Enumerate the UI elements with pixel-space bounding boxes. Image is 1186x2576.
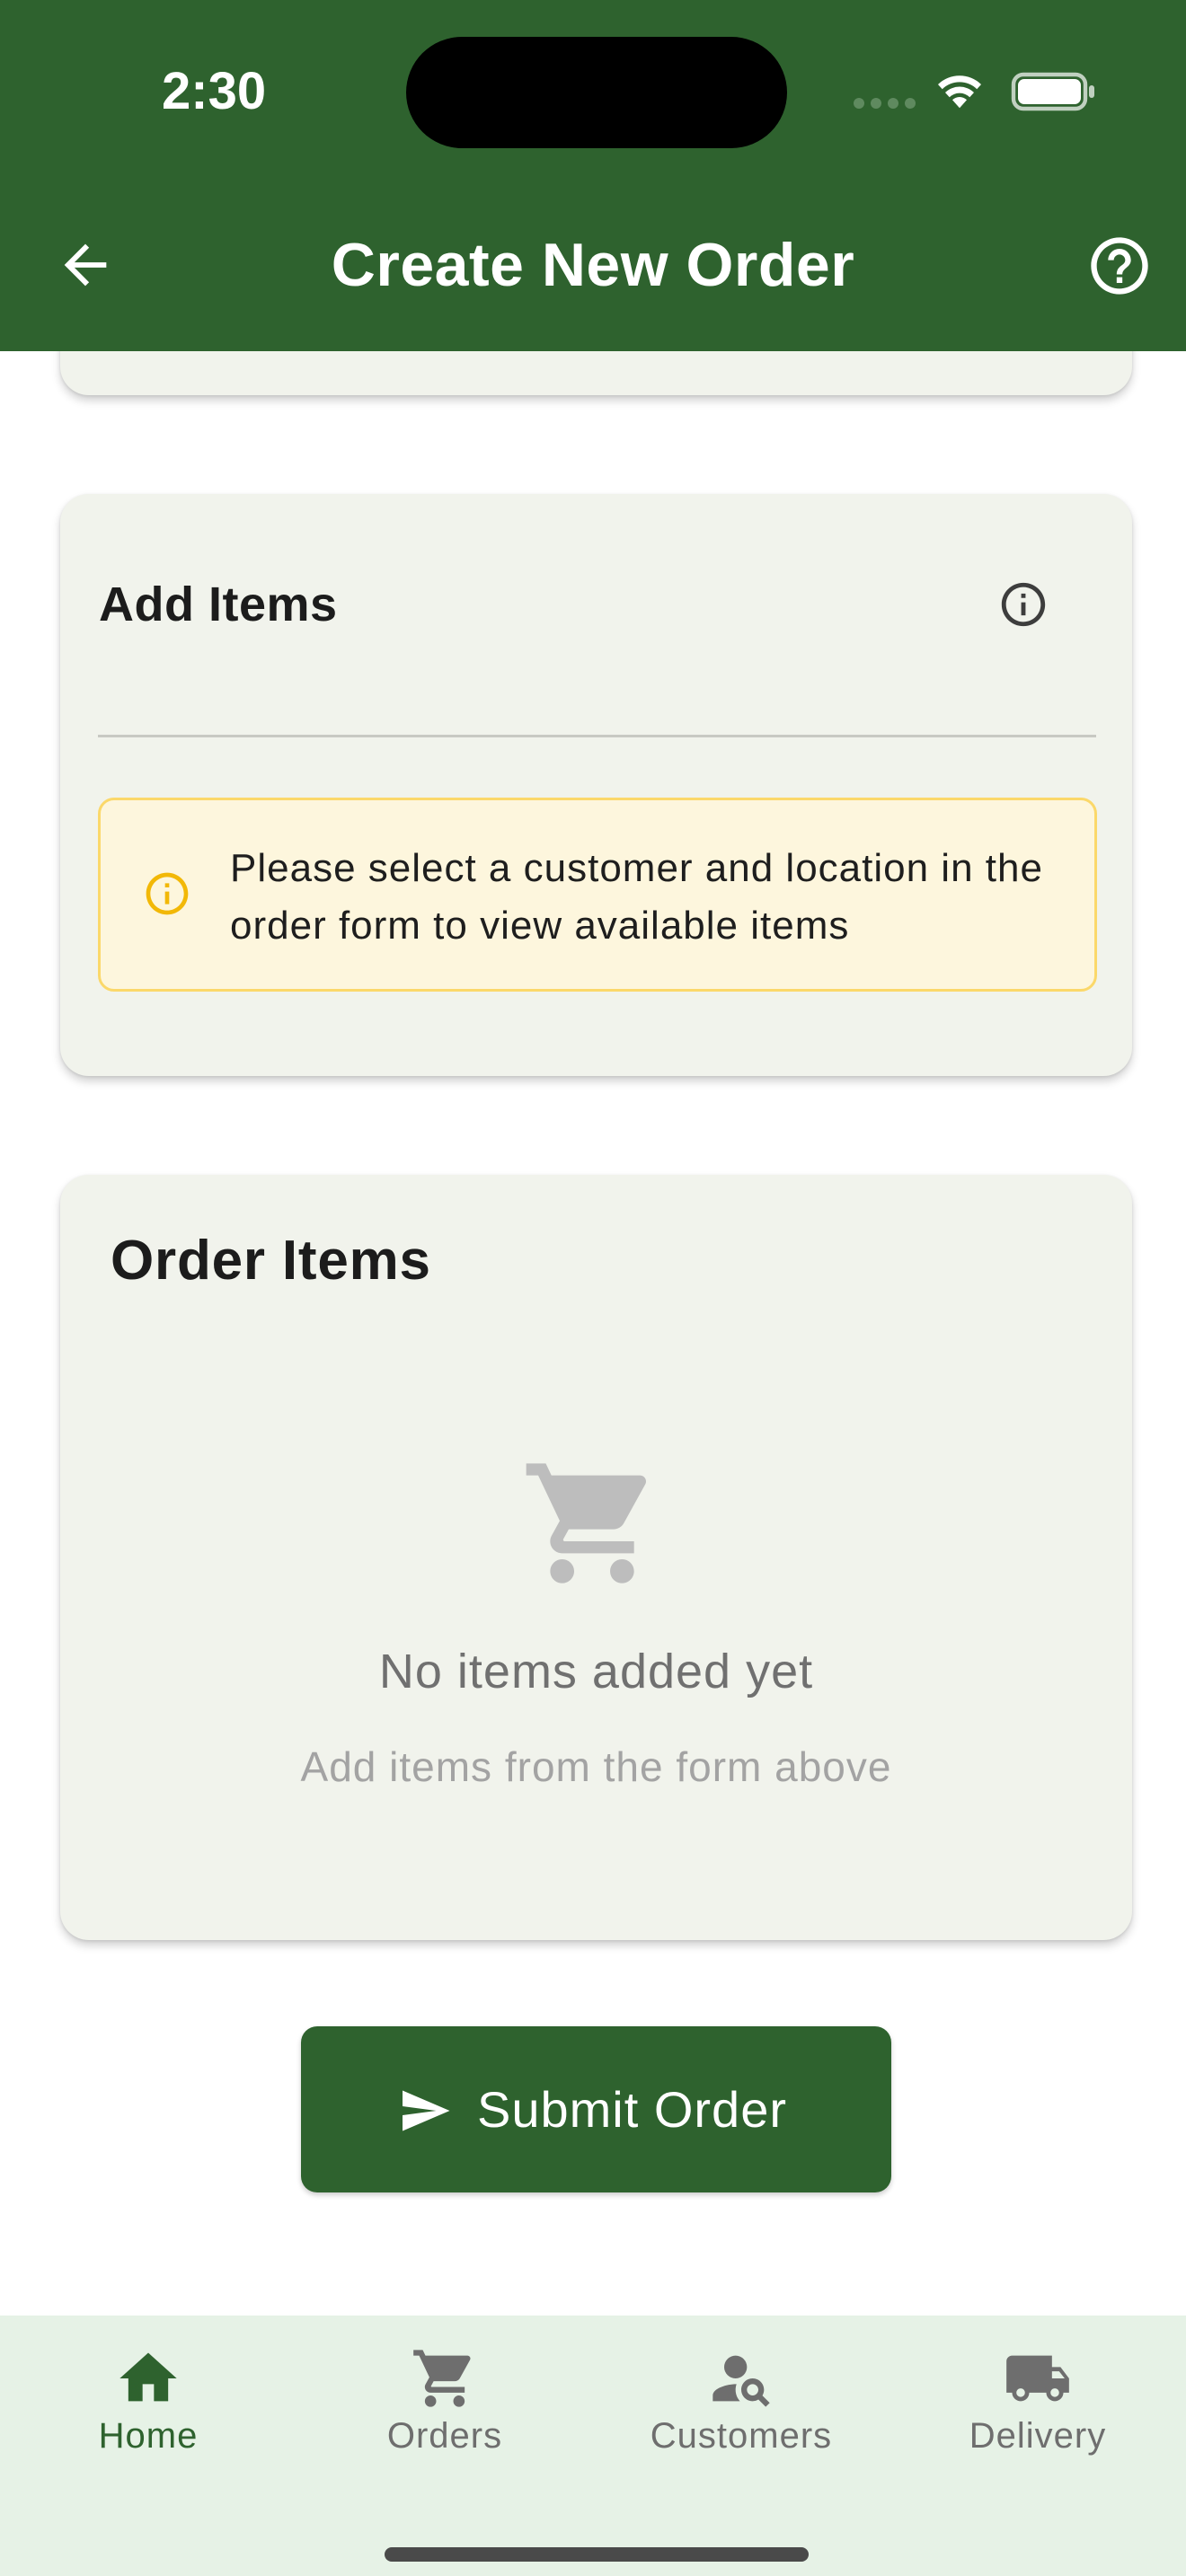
app-header: 2:30 Create New Order	[0, 0, 1186, 351]
add-items-card: Add Items Please select a customer and l…	[60, 494, 1132, 1076]
nav-label-customers: Customers	[650, 2416, 833, 2456]
help-circle-icon[interactable]	[1085, 232, 1154, 300]
signal-icon	[854, 97, 922, 113]
nav-label-delivery: Delivery	[969, 2416, 1107, 2456]
status-time: 2:30	[162, 62, 267, 120]
add-items-title: Add Items	[99, 578, 338, 631]
send-icon	[403, 2090, 450, 2131]
person-search-icon	[712, 2355, 770, 2407]
empty-state-subtitle: Add items from the form above	[300, 1743, 892, 1790]
truck-icon	[1006, 2355, 1069, 2402]
cart-icon	[526, 1463, 647, 1584]
dynamic-island	[406, 37, 787, 148]
notice-text: Please select a customer and location in…	[230, 846, 1043, 948]
info-notice: Please select a customer and location in…	[98, 798, 1097, 992]
cart-icon	[413, 2350, 471, 2407]
empty-state-title: No items added yet	[378, 1645, 814, 1698]
warning-info-icon	[146, 872, 189, 915]
nav-item-home[interactable]: Home	[0, 2316, 296, 2531]
wifi-icon	[938, 75, 981, 109]
status-icons	[854, 61, 1105, 120]
nav-item-customers[interactable]: Customers	[593, 2316, 890, 2531]
battery-icon	[1011, 72, 1094, 111]
bottom-navigation: Home Orders Customers Delivery	[0, 2316, 1186, 2576]
home-icon	[119, 2352, 177, 2402]
nav-item-delivery[interactable]: Delivery	[890, 2316, 1186, 2531]
nav-label-home: Home	[98, 2416, 199, 2456]
home-indicator[interactable]	[385, 2547, 809, 2562]
order-items-title: Order Items	[111, 1230, 431, 1292]
submit-order-button[interactable]: Submit Order	[301, 2026, 891, 2192]
divider	[98, 735, 1096, 737]
info-icon[interactable]	[997, 578, 1049, 631]
submit-order-label: Submit Order	[477, 2081, 787, 2138]
order-items-card: Order Items No items added yet Add items…	[60, 1175, 1132, 1940]
nav-item-orders[interactable]: Orders	[296, 2316, 593, 2531]
page-title: Create New Order	[331, 231, 855, 299]
nav-label-orders: Orders	[386, 2416, 503, 2456]
